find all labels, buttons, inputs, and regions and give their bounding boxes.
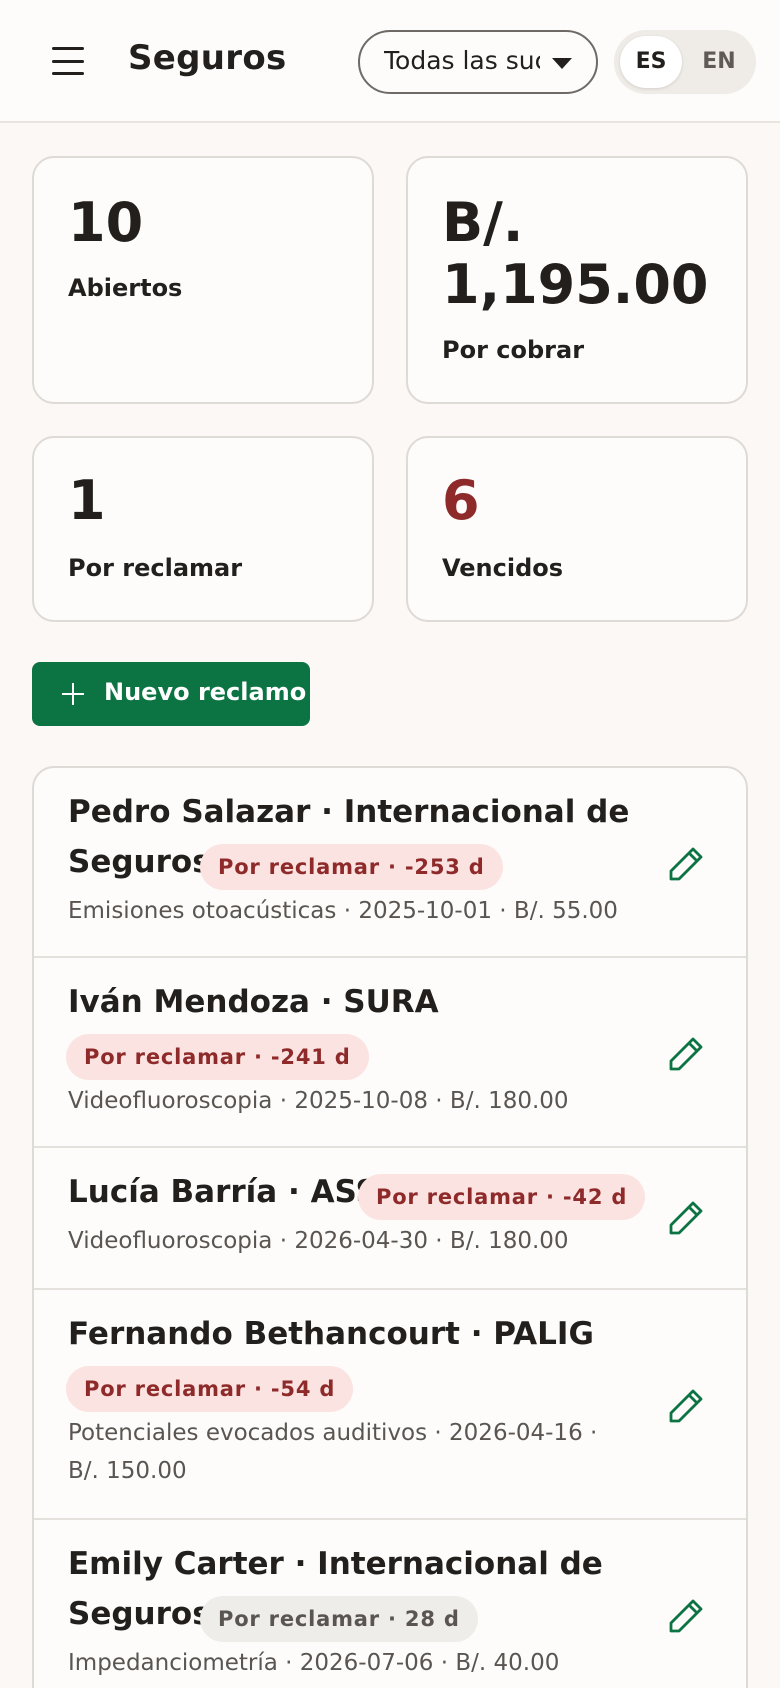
stat-label: Abiertos xyxy=(68,274,183,302)
branch-select-value: Todas las sucursales xyxy=(384,46,540,75)
claim-title: Pedro Salazar · Internacional de xyxy=(68,794,630,830)
lang-en-button[interactable]: EN xyxy=(688,36,750,88)
status-badge: Por reclamar · -253 d xyxy=(200,844,503,890)
claim-detail-continued: B/. 150.00 xyxy=(68,1458,187,1484)
pencil-icon xyxy=(669,1201,703,1235)
stat-value-currency: B/. xyxy=(442,191,524,254)
edit-button[interactable] xyxy=(662,1030,710,1078)
stat-label: Por reclamar xyxy=(68,554,243,582)
claim-title: Fernando Bethancourt · PALIG xyxy=(68,1316,594,1352)
stat-value: 6 xyxy=(442,469,480,532)
stat-card-por-reclamar: 1 Por reclamar xyxy=(32,436,374,622)
claims-list: Pedro Salazar · Internacional de Seguros… xyxy=(32,766,748,1688)
claim-title: Lucía Barría · ASSA xyxy=(68,1174,402,1210)
status-badge: Por reclamar · -42 d xyxy=(358,1174,646,1220)
edit-button[interactable] xyxy=(662,840,710,888)
edit-button[interactable] xyxy=(662,1382,710,1430)
new-claim-label: Nuevo reclamo xyxy=(104,678,307,706)
top-bar: Seguros Todas las sucursales ES EN xyxy=(0,0,780,123)
new-claim-button[interactable]: Nuevo reclamo xyxy=(32,662,310,726)
pencil-icon xyxy=(669,1389,703,1423)
branch-select[interactable]: Todas las sucursales xyxy=(358,30,598,94)
status-badge: Por reclamar · -241 d xyxy=(66,1034,369,1080)
claim-title-continued: Seguros xyxy=(68,844,211,880)
stat-value: 10 xyxy=(68,191,144,254)
claim-detail: Videofluoroscopia · 2025-10-08 · B/. 180… xyxy=(68,1088,569,1114)
claim-detail: Emisiones otoacústicas · 2025-10-01 · B/… xyxy=(68,898,618,924)
claim-row[interactable]: Lucía Barría · ASSA Por reclamar · -42 d… xyxy=(34,1148,746,1290)
language-toggle: ES EN xyxy=(614,30,756,94)
stat-card-abiertos: 10 Abiertos xyxy=(32,156,374,404)
claim-title-continued: Seguros xyxy=(68,1596,211,1632)
edit-button[interactable] xyxy=(662,1592,710,1640)
claim-row[interactable]: Emily Carter · Internacional de Seguros … xyxy=(34,1520,746,1688)
stat-card-vencidos: 6 Vencidos xyxy=(406,436,748,622)
status-badge: Por reclamar · 28 d xyxy=(200,1596,478,1642)
edit-button[interactable] xyxy=(662,1194,710,1242)
status-badge: Por reclamar · -54 d xyxy=(66,1366,354,1412)
pencil-icon xyxy=(669,847,703,881)
claim-title: Iván Mendoza · SURA xyxy=(68,984,439,1020)
stat-value: 1 xyxy=(68,469,106,532)
page-title: Seguros xyxy=(128,38,287,78)
claim-detail: Videofluoroscopia · 2026-04-30 · B/. 180… xyxy=(68,1228,569,1254)
plus-icon xyxy=(62,683,84,705)
stat-value: 1,195.00 xyxy=(442,253,709,316)
pencil-icon xyxy=(669,1599,703,1633)
claim-detail: Potenciales evocados auditivos · 2026-04… xyxy=(68,1420,598,1446)
stat-card-por-cobrar: B/. 1,195.00 Por cobrar xyxy=(406,156,748,404)
stat-label: Vencidos xyxy=(442,554,564,582)
claim-title: Emily Carter · Internacional de xyxy=(68,1546,603,1582)
caret-down-icon xyxy=(552,58,572,69)
claim-detail: Impedanciometría · 2026-07-06 · B/. 40.0… xyxy=(68,1650,560,1676)
pencil-icon xyxy=(669,1037,703,1071)
lang-es-button[interactable]: ES xyxy=(620,36,682,88)
claim-row[interactable]: Pedro Salazar · Internacional de Seguros… xyxy=(34,768,746,958)
claim-row[interactable]: Iván Mendoza · SURA Por reclamar · -241 … xyxy=(34,958,746,1148)
menu-icon[interactable] xyxy=(52,47,84,75)
claim-row[interactable]: Fernando Bethancourt · PALIG Por reclama… xyxy=(34,1290,746,1520)
stat-label: Por cobrar xyxy=(442,336,585,364)
